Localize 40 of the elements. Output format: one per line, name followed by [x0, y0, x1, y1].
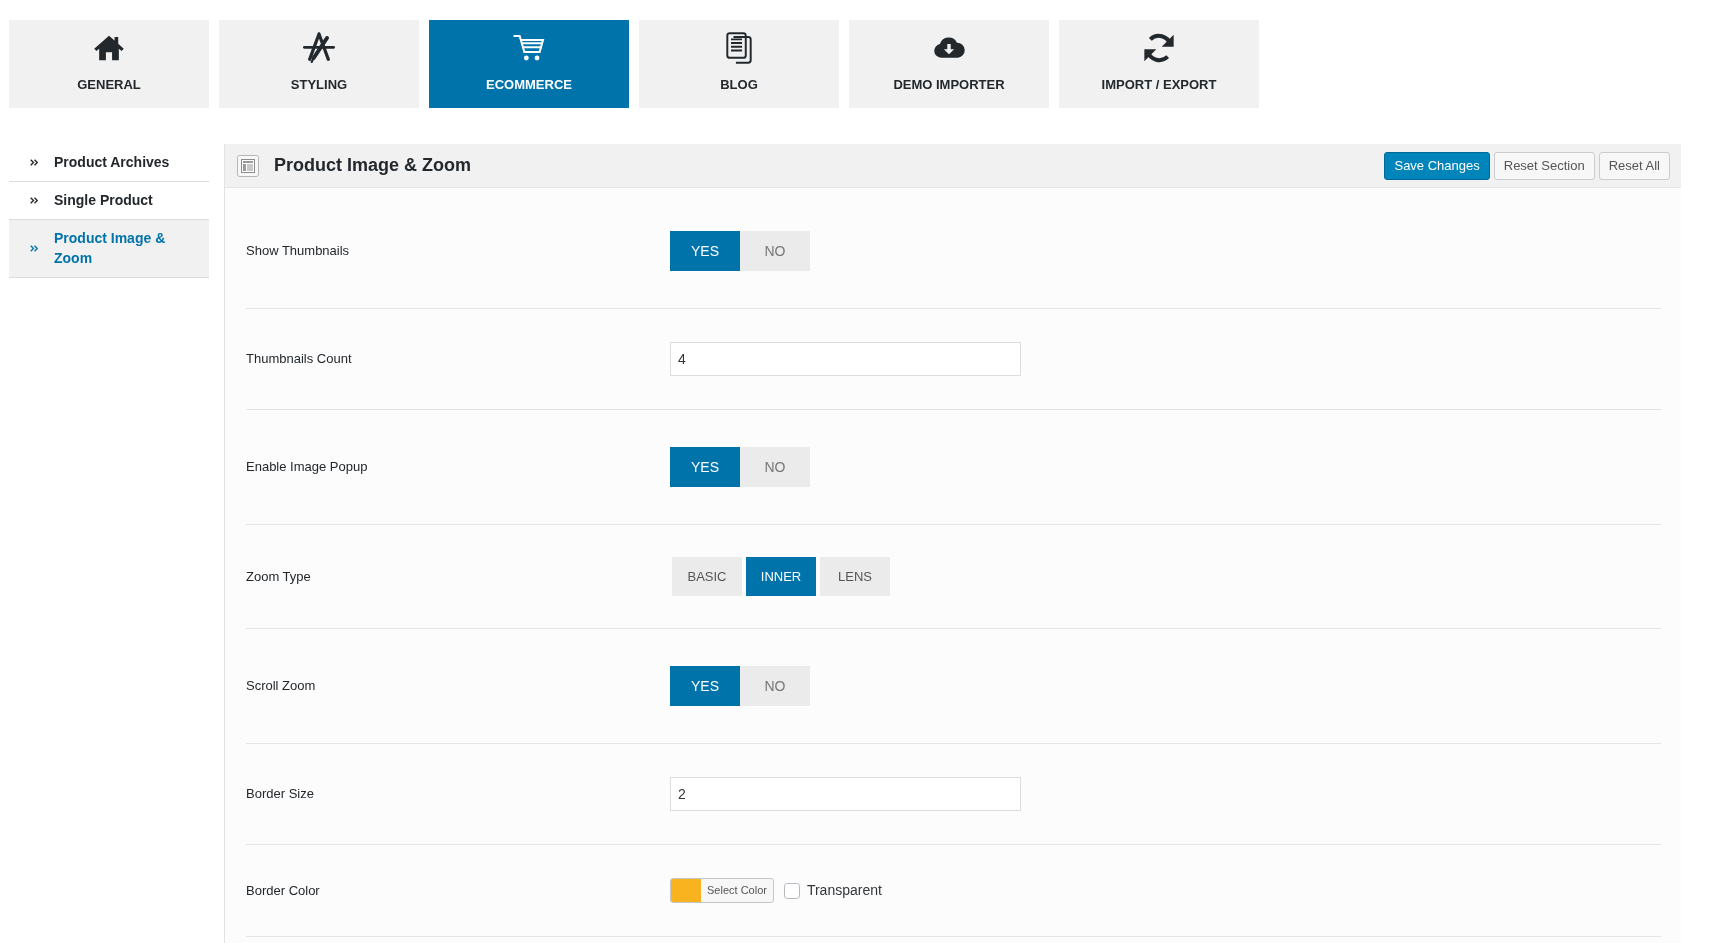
field-label: Border Color — [246, 881, 321, 900]
sidebar-item[interactable]: Product Image & Zoom — [9, 220, 209, 278]
nav-tab[interactable]: BLOG — [639, 20, 839, 108]
toggle-option[interactable]: YES — [670, 666, 740, 706]
toggle-option[interactable]: NO — [740, 231, 810, 271]
field-label: Enable Image Popup — [246, 458, 369, 477]
option-button[interactable]: BASIC — [672, 557, 742, 596]
field-label: Show Thumbnails — [246, 242, 351, 261]
save-button[interactable]: Save Changes — [1384, 151, 1490, 180]
toggle-option[interactable]: YES — [670, 447, 740, 487]
nav-tab[interactable]: ECOMMERCE — [429, 20, 629, 108]
text-input[interactable]: 4 — [670, 342, 1021, 376]
nav-tab[interactable]: IMPORT / EXPORT — [1059, 20, 1259, 108]
toggle-option[interactable]: NO — [740, 666, 810, 706]
nav-tab[interactable]: DEMO IMPORTER — [849, 20, 1049, 108]
nav-tab[interactable]: GENERAL — [9, 20, 209, 108]
text-input[interactable]: 2 — [670, 777, 1021, 811]
option-button[interactable]: LENS — [820, 557, 890, 596]
nav-tab[interactable]: STYLING — [219, 20, 419, 108]
documents-icon — [723, 32, 755, 64]
checkbox[interactable] — [783, 882, 800, 899]
panel-title: Product Image & Zoom — [274, 154, 472, 177]
toggle-option[interactable]: YES — [670, 231, 740, 271]
color-picker-button[interactable]: Select Color — [670, 878, 774, 903]
layout-icon — [237, 154, 259, 177]
field-label: Zoom Type — [246, 567, 312, 586]
drafting-tools-icon — [303, 32, 335, 64]
double-chevron-icon — [30, 244, 38, 252]
double-chevron-icon — [30, 196, 38, 204]
sidebar-item[interactable]: Product Archives — [9, 144, 209, 182]
sync-icon — [1143, 32, 1175, 64]
field-label: Scroll Zoom — [246, 677, 317, 696]
toggle-option[interactable]: NO — [740, 447, 810, 487]
double-chevron-icon — [30, 158, 38, 166]
field-label: Border Size — [246, 785, 315, 804]
reset-button[interactable]: Reset Section — [1493, 151, 1595, 180]
option-button[interactable]: INNER — [746, 557, 816, 596]
reset-button[interactable]: Reset All — [1598, 151, 1670, 180]
checkbox-label: Transparent — [806, 881, 882, 900]
field-label: Thumbnails Count — [246, 350, 353, 369]
